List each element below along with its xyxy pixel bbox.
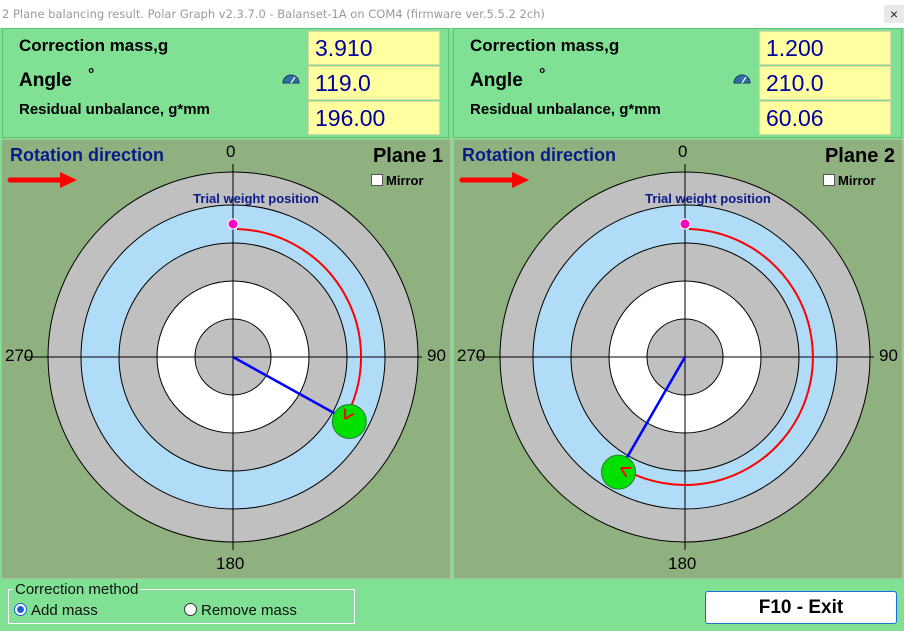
- degree-symbol: °: [88, 66, 95, 83]
- residual-unbalance-label: Residual unbalance, g*mm: [470, 101, 661, 118]
- angle-label: Angle: [470, 70, 523, 91]
- plane2-info-panel: Correction mass,g Angle ° Residual unbal…: [453, 28, 902, 138]
- exit-button[interactable]: F10 - Exit: [705, 591, 897, 624]
- axis-label-270: 270: [457, 346, 486, 365]
- plane1-mirror-checkbox[interactable]: Mirror: [371, 173, 424, 188]
- plane2-angle-value: 210.0: [759, 66, 891, 100]
- red-arrow-head-icon: [512, 172, 529, 188]
- add-mass-radio[interactable]: Add mass: [14, 602, 98, 619]
- close-icon[interactable]: ×: [884, 5, 904, 23]
- correction-method-group: Correction method Add mass Remove mass: [8, 581, 355, 624]
- trial-weight-position-label: Trial weight position: [193, 191, 319, 206]
- plane1-residual-unbalance-value: 196.00: [308, 101, 440, 135]
- trial-weight-marker: [679, 218, 691, 230]
- gauge-icon[interactable]: [733, 74, 751, 84]
- residual-unbalance-label: Residual unbalance, g*mm: [19, 101, 210, 118]
- plane2-title: Plane 2: [824, 145, 895, 167]
- gauge-icon[interactable]: [282, 74, 300, 84]
- plane1-angle-value: 119.0: [308, 66, 440, 100]
- red-arrow-head-icon: [60, 172, 77, 188]
- mirror-label: Mirror: [838, 173, 876, 188]
- correction-weight-marker: [601, 454, 636, 490]
- plane2-polar-panel: Trial weight position Rotation direction…: [453, 139, 903, 579]
- window-title: 2 Plane balancing result. Polar Graph v2…: [2, 7, 545, 21]
- plane2-mirror-checkbox[interactable]: Mirror: [823, 173, 876, 188]
- axis-label-0: 0: [678, 142, 688, 161]
- title-bar: 2 Plane balancing result. Polar Graph v2…: [0, 0, 904, 28]
- radio-unselected-icon[interactable]: [184, 603, 197, 616]
- axis-label-180: 180: [668, 554, 697, 573]
- axis-label-180: 180: [216, 554, 245, 573]
- axis-label-0: 0: [226, 142, 236, 161]
- plane2-residual-unbalance-value: 60.06: [759, 101, 891, 135]
- radio-selected-icon[interactable]: [14, 603, 27, 616]
- correction-mass-label: Correction mass,g: [470, 36, 620, 55]
- add-mass-label: Add mass: [31, 602, 98, 619]
- trial-weight-position-label: Trial weight position: [645, 191, 771, 206]
- rotation-direction-label: Rotation direction: [10, 145, 164, 165]
- checkbox-box[interactable]: [823, 174, 835, 186]
- axis-label-90: 90: [427, 346, 446, 365]
- checkbox-box[interactable]: [371, 174, 383, 186]
- remove-mass-radio[interactable]: Remove mass: [184, 602, 297, 619]
- correction-method-legend: Correction method: [13, 581, 141, 598]
- plane1-info-panel: Correction mass,g Angle ° Residual unbal…: [2, 28, 449, 138]
- angle-label: Angle: [19, 70, 72, 91]
- axis-label-270: 270: [5, 346, 34, 365]
- client-area: Correction mass,g Angle ° Residual unbal…: [0, 28, 904, 631]
- trial-weight-marker: [227, 218, 239, 230]
- correction-weight-marker: [331, 403, 367, 439]
- plane1-polar-graph: Trial weight position: [7, 164, 422, 550]
- mirror-label: Mirror: [386, 173, 424, 188]
- remove-mass-label: Remove mass: [201, 602, 297, 619]
- plane2-correction-mass-value: 1.200: [759, 31, 891, 65]
- plane1-polar-panel: Trial weight position Rotation direction…: [1, 139, 451, 579]
- degree-symbol: °: [539, 66, 546, 83]
- rotation-direction-label: Rotation direction: [462, 145, 616, 165]
- plane1-correction-mass-value: 3.910: [308, 31, 440, 65]
- plane2-polar-graph: Trial weight position: [459, 164, 874, 550]
- plane1-title: Plane 1: [372, 145, 443, 167]
- correction-mass-label: Correction mass,g: [19, 36, 169, 55]
- axis-label-90: 90: [879, 346, 898, 365]
